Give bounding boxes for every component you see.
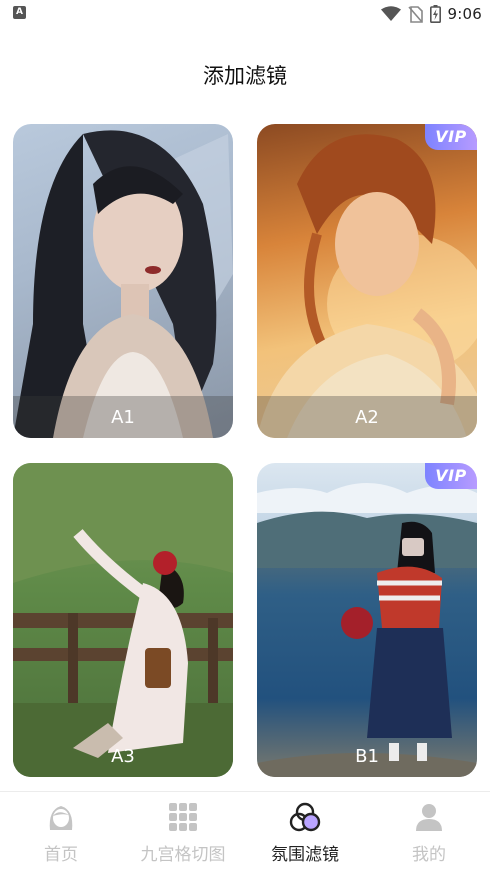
filter-card-b1[interactable]: VIP B1 bbox=[257, 463, 477, 777]
tab-label: 首页 bbox=[44, 845, 78, 865]
vip-badge: VIP bbox=[425, 463, 477, 489]
card-label: B1 bbox=[355, 746, 379, 767]
tab-label: 氛围滤镜 bbox=[271, 845, 339, 865]
card-label: A3 bbox=[111, 746, 135, 767]
vip-badge: VIP bbox=[425, 124, 477, 150]
filter-card-a1[interactable]: A1 bbox=[13, 124, 233, 438]
card-label: A1 bbox=[111, 407, 135, 428]
nine-grid-icon bbox=[169, 803, 197, 831]
tab-nine-grid[interactable]: 九宫格切图 bbox=[122, 792, 244, 872]
battery-charging-icon bbox=[429, 5, 441, 23]
filter-card-a2[interactable]: VIP A2 bbox=[257, 124, 477, 438]
filter-circles-icon bbox=[289, 802, 321, 832]
no-sim-icon bbox=[407, 5, 423, 23]
portrait-photo bbox=[257, 124, 477, 438]
card-label: A2 bbox=[355, 407, 379, 428]
status-time: 9:06 bbox=[447, 5, 482, 23]
status-icons: 9:06 bbox=[380, 4, 482, 24]
status-bar: A 9:06 bbox=[0, 0, 490, 28]
wifi-icon bbox=[380, 6, 401, 21]
tab-home[interactable]: 首页 bbox=[0, 792, 122, 872]
person-icon bbox=[416, 804, 442, 831]
filter-card-a3[interactable]: A3 bbox=[13, 463, 233, 777]
girl-avatar-icon bbox=[49, 806, 73, 830]
page-title: 添加滤镜 bbox=[203, 64, 287, 88]
seaside-photo bbox=[257, 463, 477, 777]
tab-label: 九宫格切图 bbox=[140, 845, 226, 865]
tab-mine[interactable]: 我的 bbox=[368, 792, 490, 872]
tab-filter[interactable]: 氛围滤镜 bbox=[244, 792, 366, 872]
portrait-photo bbox=[13, 124, 233, 438]
tab-label: 我的 bbox=[412, 845, 446, 865]
bottom-tab-bar: 首页 九宫格切图 氛围滤镜 我的 bbox=[0, 791, 490, 872]
keyboard-indicator-icon: A bbox=[13, 6, 26, 19]
meadow-photo bbox=[13, 463, 233, 777]
